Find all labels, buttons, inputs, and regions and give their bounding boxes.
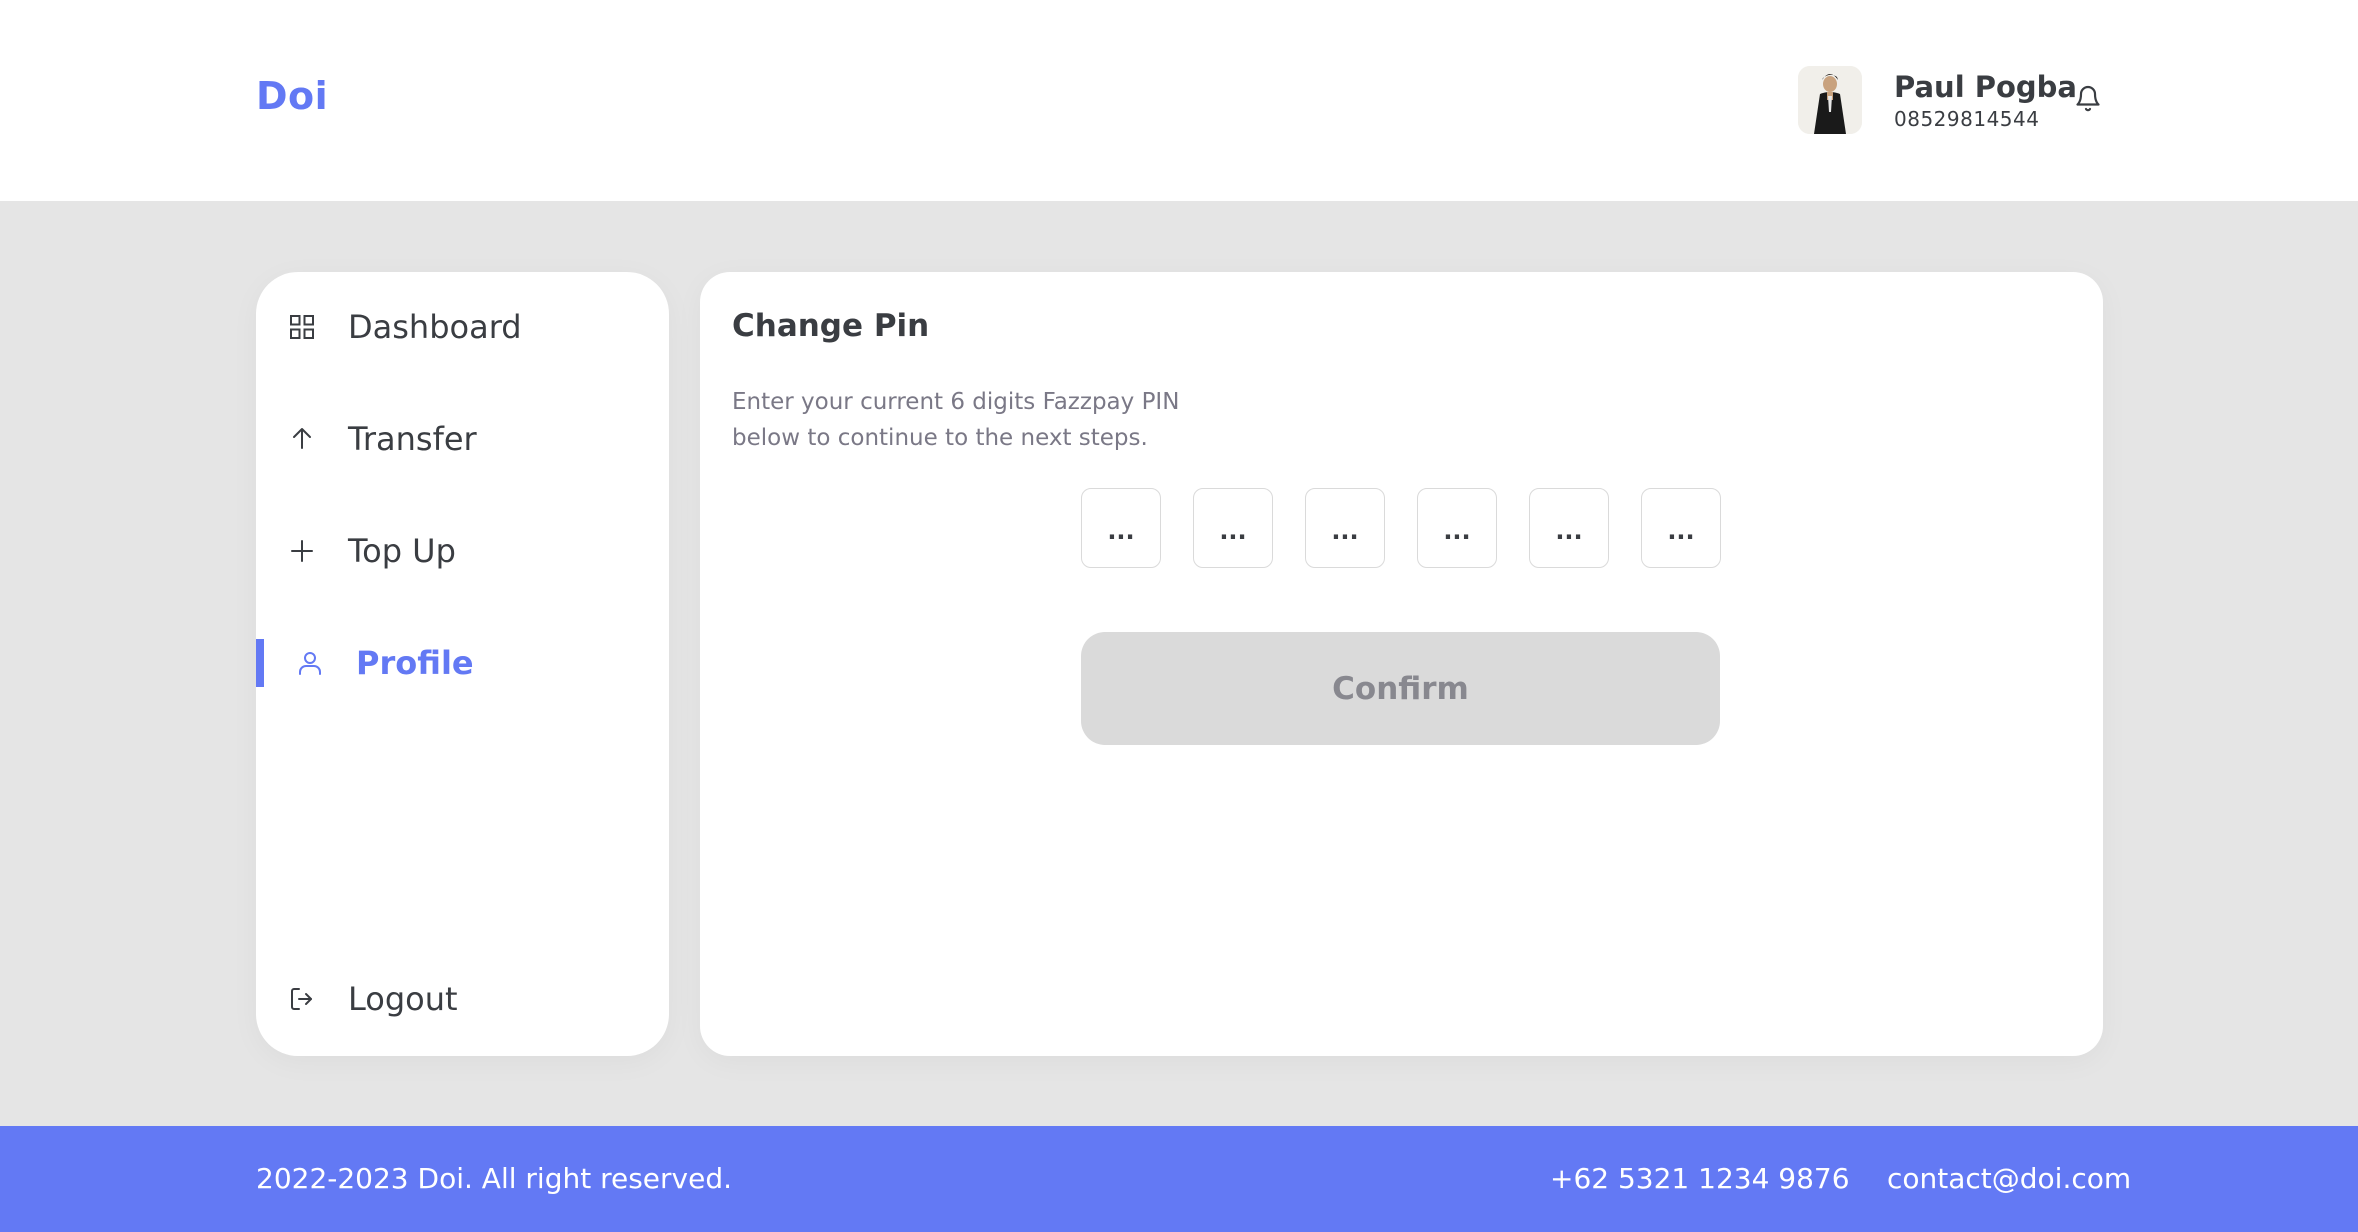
pin-digit-1[interactable]: ... [1081,488,1161,568]
arrow-up-icon [288,425,316,453]
sidebar-item-label: Logout [348,980,458,1018]
pin-digit-5[interactable]: ... [1529,488,1609,568]
user-info: Paul Pogba 08529814544 [1894,69,2077,131]
user-avatar[interactable] [1798,66,1862,134]
footer-email[interactable]: contact@doi.com [1887,1162,2131,1195]
page-title: Change Pin [732,308,930,344]
pin-input-group: ... ... ... ... ... ... [1081,488,1721,568]
user-name: Paul Pogba [1894,70,2077,104]
footer-phone: +62 5321 1234 9876 [1550,1162,1850,1195]
pin-digit-4[interactable]: ... [1417,488,1497,568]
bell-icon[interactable] [2074,84,2102,114]
active-indicator [256,639,264,687]
pin-digit-3[interactable]: ... [1305,488,1385,568]
sidebar-item-dashboard[interactable]: Dashboard [256,297,669,357]
sidebar-item-label: Dashboard [348,308,522,346]
change-pin-panel: Change Pin Enter your current 6 digits F… [700,272,2103,1056]
plus-icon [288,537,316,565]
brand-logo[interactable]: Doi [256,74,328,118]
sidebar-item-logout[interactable]: Logout [256,969,669,1029]
sidebar-item-label: Top Up [348,532,456,570]
sidebar-item-label: Transfer [348,420,477,458]
page-description: Enter your current 6 digits Fazzpay PIN … [732,389,1180,451]
user-phone: 08529814544 [1894,107,2040,131]
avatar-image [1798,66,1862,134]
top-header: Doi Paul Pogba 08529814544 [0,0,2358,201]
copyright-text: 2022-2023 Doi. All right reserved. [256,1162,733,1195]
pin-digit-2[interactable]: ... [1193,488,1273,568]
confirm-button[interactable]: Confirm [1081,632,1720,745]
footer: 2022-2023 Doi. All right reserved. +62 5… [0,1126,2358,1232]
sidebar-item-label: Profile [356,644,474,682]
sidebar-item-top-up[interactable]: Top Up [256,521,669,581]
grid-icon [288,313,316,341]
sidebar-item-profile[interactable]: Profile [256,633,669,693]
pin-digit-6[interactable]: ... [1641,488,1721,568]
sidebar-item-transfer[interactable]: Transfer [256,409,669,469]
sidebar: Dashboard Transfer Top Up Profile Logout [256,272,669,1056]
user-icon [296,649,324,677]
user-profile-summary[interactable]: Paul Pogba 08529814544 [1798,66,2077,134]
logout-icon [288,985,316,1013]
